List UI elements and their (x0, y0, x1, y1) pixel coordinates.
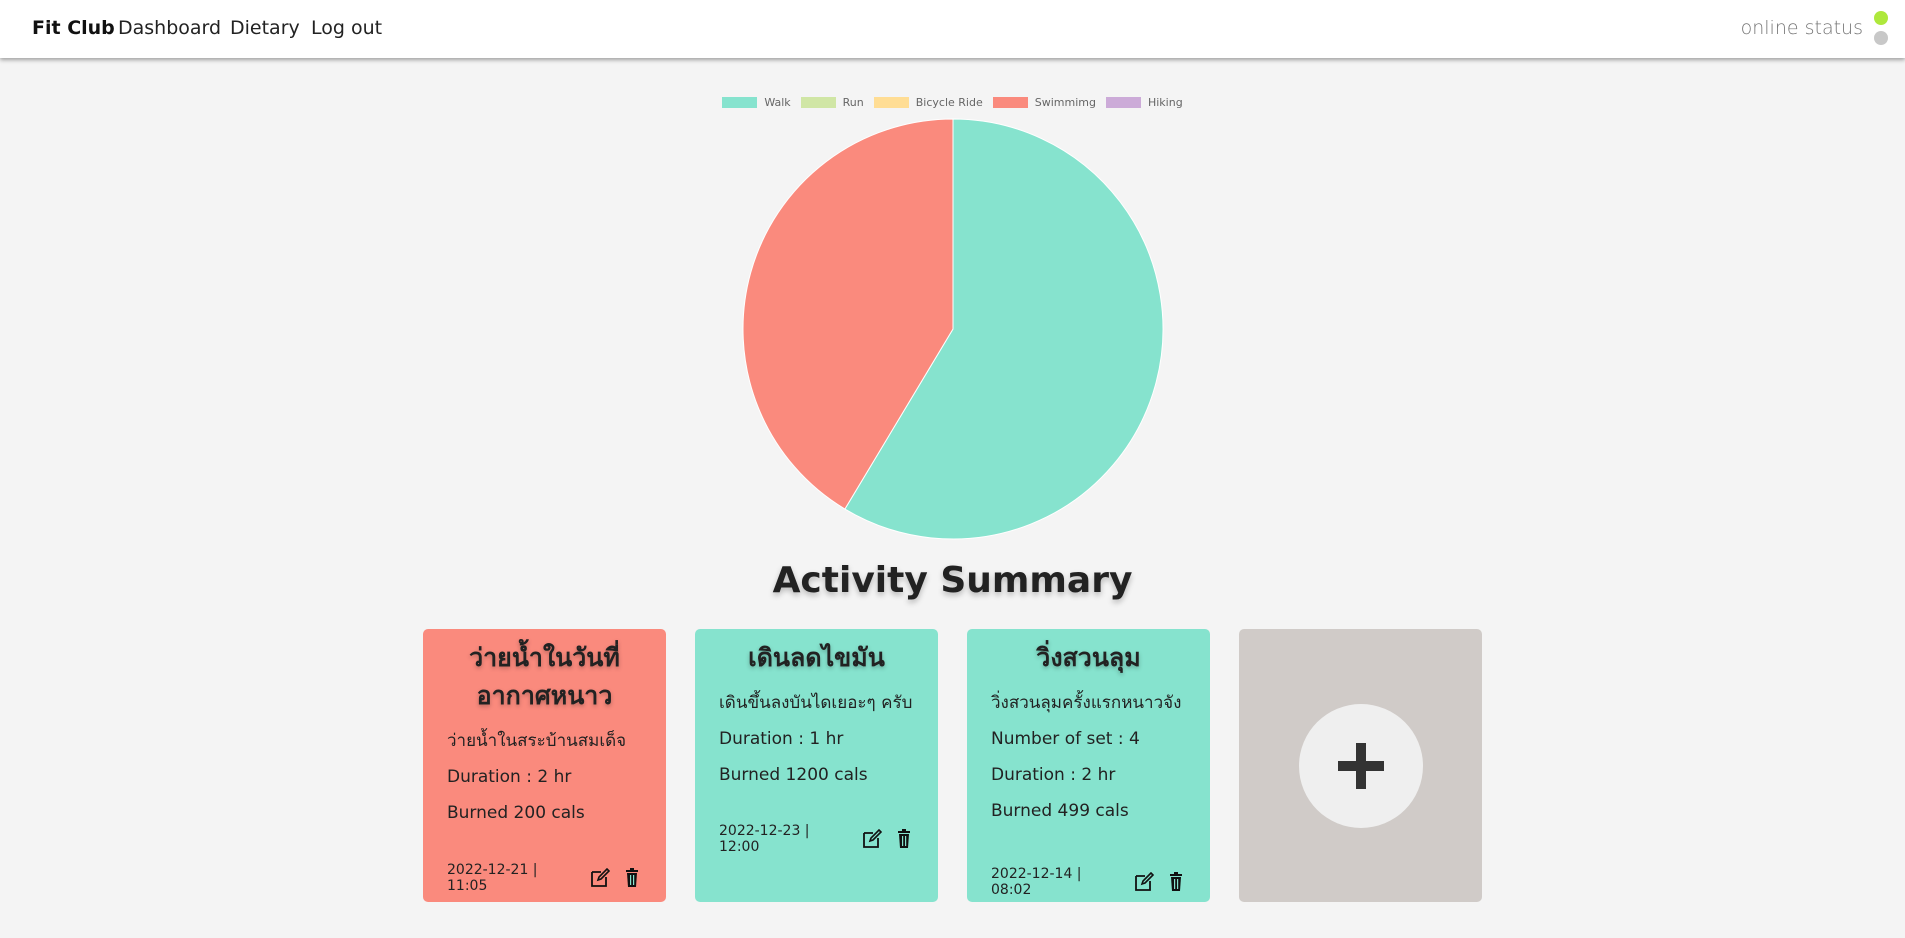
nav-dietary-link[interactable]: Dietary (230, 17, 300, 39)
card-date: 2022-12-14 | 08:02 (991, 866, 1082, 898)
edit-icon[interactable] (590, 868, 610, 888)
online-status-label: online status (1740, 17, 1863, 39)
navbar: Fit Club Dashboard Dietary Log out onlin… (0, 0, 1905, 58)
brand-link[interactable]: Fit Club (32, 17, 115, 39)
card-date: 2022-12-23 | 12:00 (719, 823, 810, 855)
card-duration: Duration : 2 hr (447, 767, 572, 787)
legend-item[interactable]: Hiking (1105, 96, 1183, 109)
card-footer: 2022-12-14 | 08:02 (991, 866, 1186, 898)
card-description: วิ่งสวนลุมครั้งแรกหนาวจัง (991, 693, 1182, 713)
trash-icon[interactable] (894, 829, 914, 849)
activity-summary-title: Activity Summary (772, 560, 1133, 601)
card-burned: Burned 499 cals (991, 801, 1129, 821)
card-date: 2022-12-21 | 11:05 (447, 862, 538, 894)
activity-card-swimming: ว่ายน้ำในวันที่อากาศหนาว ว่ายน้ำในสระบ้า… (423, 629, 666, 902)
add-activity-card[interactable] (1239, 629, 1482, 902)
card-footer: 2022-12-21 | 11:05 (447, 862, 642, 894)
nav-dashboard-link[interactable]: Dashboard (118, 17, 221, 39)
legend-label: Bicycle Ride (915, 96, 983, 109)
card-burned: Burned 1200 cals (719, 765, 868, 785)
legend-label: Run (842, 96, 864, 109)
legend-swatch (722, 97, 758, 108)
card-footer: 2022-12-23 | 12:00 (719, 823, 914, 855)
card-sets: Number of set : 4 (991, 729, 1140, 749)
legend-swatch (873, 97, 909, 108)
nav-logout-link[interactable]: Log out (311, 17, 382, 39)
offline-indicator-icon (1874, 31, 1888, 45)
legend-item[interactable]: Walk (722, 96, 791, 109)
legend-label: Swimmimg (1034, 96, 1096, 109)
edit-icon[interactable] (862, 829, 882, 849)
edit-icon[interactable] (1134, 872, 1154, 892)
chart-legend: Walk Run Bicycle Ride Swimmimg Hiking (0, 96, 1905, 109)
activity-pie-chart (740, 116, 1166, 542)
card-title: เดินลดไขมัน (748, 643, 885, 672)
legend-swatch (800, 97, 836, 108)
legend-label: Walk (764, 96, 791, 109)
legend-item[interactable]: Swimmimg (992, 96, 1096, 109)
legend-item[interactable]: Bicycle Ride (873, 96, 983, 109)
card-description: ว่ายน้ำในสระบ้านสมเด็จ (447, 731, 627, 751)
card-description: เดินขึ้นลงบันไดเยอะๆ ครับ (719, 693, 913, 713)
trash-icon[interactable] (622, 868, 642, 888)
legend-swatch (1105, 97, 1141, 108)
card-duration: Duration : 2 hr (991, 765, 1116, 785)
activity-card-run: วิ่งสวนลุม วิ่งสวนลุมครั้งแรกหนาวจัง Num… (967, 629, 1210, 902)
activity-card-walk: เดินลดไขมัน เดินขึ้นลงบันไดเยอะๆ ครับ Du… (695, 629, 938, 902)
add-activity-button[interactable] (1299, 704, 1423, 828)
online-indicator-icon (1874, 11, 1888, 25)
card-title: วิ่งสวนลุม (1036, 643, 1141, 672)
legend-item[interactable]: Run (800, 96, 864, 109)
pie-svg (742, 118, 1164, 540)
card-burned: Burned 200 cals (447, 803, 585, 823)
trash-icon[interactable] (1166, 872, 1186, 892)
legend-swatch (992, 97, 1028, 108)
card-duration: Duration : 1 hr (719, 729, 844, 749)
legend-label: Hiking (1147, 96, 1183, 109)
card-title: ว่ายน้ำในวันที่อากาศหนาว (469, 643, 620, 710)
